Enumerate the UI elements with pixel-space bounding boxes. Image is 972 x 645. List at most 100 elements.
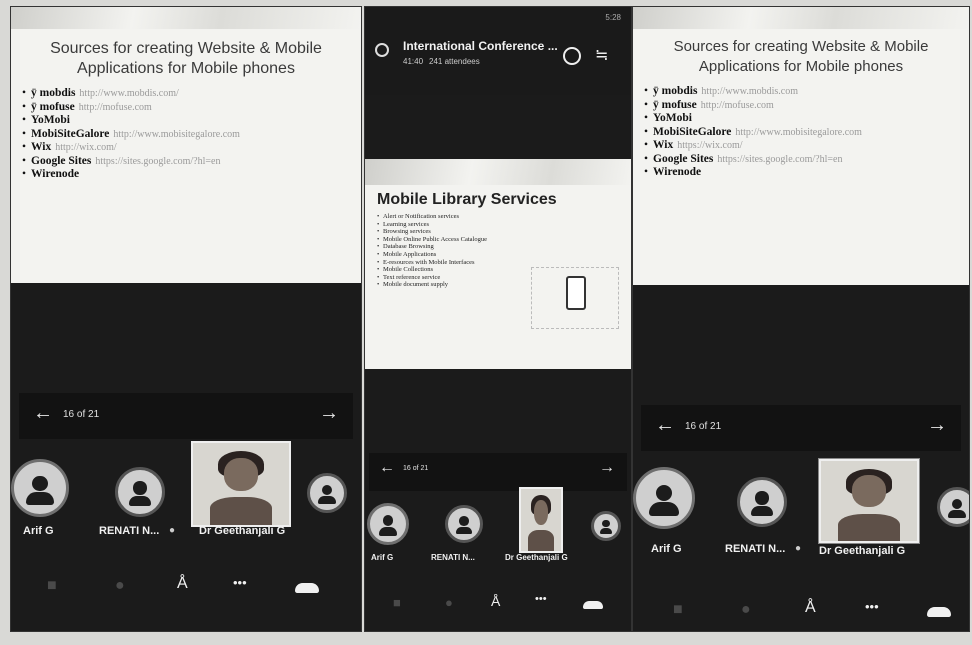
avatar[interactable] — [307, 473, 347, 513]
arrow-left-icon[interactable]: ← — [379, 459, 395, 477]
meeting-screen-middle: 5:28 International Conference ... 41:40 … — [364, 6, 632, 632]
meeting-screen-right: Sources for creating Website & Mobile Ap… — [632, 6, 970, 632]
arrow-right-icon[interactable]: → — [599, 459, 615, 477]
slide-counter: 16 of 21 — [685, 421, 722, 432]
slide-title-line1: Sources for creating Website & Mobile — [50, 40, 322, 57]
slide-title-line1: Sources for creating Website & Mobile — [673, 38, 929, 55]
list-item: Alert or Notification services — [377, 213, 631, 221]
list-item: Mobile Online Public Access Catalogue — [377, 236, 631, 244]
call-controls: ■ ● Å ••• — [365, 583, 631, 631]
slide-counter: 16 of 21 — [403, 465, 429, 472]
list-item: MobiSiteGalorehttp://www.mobisitegalore.… — [644, 126, 969, 140]
participant-video[interactable] — [191, 441, 291, 527]
participant-video[interactable] — [818, 458, 920, 544]
more-options-icon[interactable]: ••• — [865, 599, 879, 614]
avatar[interactable] — [445, 505, 483, 543]
shared-slide: Sources for creating Website & Mobile Ap… — [11, 7, 361, 283]
list-item: Google Siteshttps://sites.google.com/?hl… — [22, 155, 361, 169]
call-controls: ■ ● Å ••• — [11, 563, 361, 613]
call-controls: ■ ● Å ••• — [633, 587, 969, 631]
slide-pager: ← 16 of 21 → — [19, 393, 353, 439]
list-item: Wixhttps://wix.com/ — [644, 139, 969, 153]
participant-name: RENATI N... — [431, 553, 475, 562]
list-item: YoMobi — [22, 114, 361, 128]
mic-off-icon[interactable]: ● — [741, 601, 751, 619]
slide-title-line2: Applications for Mobile phones — [698, 58, 904, 75]
participant-name: RENATI N... — [725, 543, 786, 555]
participant-name: Dr Geethanjali G — [819, 545, 906, 557]
more-options-icon[interactable]: ••• — [233, 575, 247, 590]
mic-off-icon[interactable]: ● — [115, 577, 125, 595]
list-item: E-resources with Mobile Interfaces — [377, 259, 631, 267]
meeting-title: International Conference ... — [403, 39, 558, 53]
slide-bullet-list: ÿ mobdishttp://www.mobdis.com ÿ mofuseht… — [633, 85, 969, 180]
shared-slide: Mobile Library Services Alert or Notific… — [365, 159, 631, 369]
video-off-icon[interactable]: ■ — [47, 577, 57, 595]
avatar[interactable] — [737, 477, 787, 527]
arrow-left-icon[interactable]: ← — [33, 402, 53, 425]
list-item: Learning services — [377, 221, 631, 229]
more-options-icon[interactable]: ••• — [535, 593, 547, 605]
list-item: Browsing services — [377, 228, 631, 236]
hang-up-icon[interactable] — [295, 583, 319, 593]
meeting-header: 5:28 International Conference ... 41:40 … — [365, 7, 631, 95]
participant-name: Arif G — [371, 553, 394, 562]
slide-pager: ← 16 of 21 → — [641, 405, 961, 451]
attendee-count: 241 attendees — [429, 57, 480, 66]
arrow-left-icon[interactable]: ← — [655, 414, 675, 437]
list-item: Wirenode — [644, 166, 969, 180]
slide-pager: ← 16 of 21 → — [369, 453, 627, 491]
slide-title: Mobile Library Services — [377, 191, 557, 208]
avatar[interactable] — [633, 467, 695, 529]
list-item: Database Browsing — [377, 243, 631, 251]
status-time: 5:28 — [605, 13, 621, 22]
hang-up-icon[interactable] — [927, 607, 951, 617]
bluetooth-icon[interactable]: Å — [805, 599, 816, 617]
slide-header-ribbon — [633, 7, 969, 29]
chat-icon[interactable] — [563, 47, 581, 65]
slide-bullet-list: ÿ mobdishttp://www.mobdis.com/ ÿ mofuseh… — [11, 87, 361, 182]
participant-name: Arif G — [23, 525, 54, 537]
list-item: ÿ mobdishttp://www.mobdis.com/ — [22, 87, 361, 101]
slide-header-ribbon — [365, 159, 631, 185]
slide-title: Sources for creating Website & Mobile Ap… — [21, 39, 351, 79]
list-item: ÿ mofusehttp://mofuse.com — [644, 99, 969, 113]
list-item: YoMobi — [644, 112, 969, 126]
list-item: MobiSiteGalorehttp://www.mobisitegalore.… — [22, 128, 361, 142]
phone-icon — [566, 276, 586, 310]
mobile-services-diagram — [531, 267, 619, 329]
list-item: Wixhttp://wix.com/ — [22, 141, 361, 155]
mic-icon: ● — [169, 525, 176, 536]
avatar[interactable] — [591, 511, 621, 541]
participant-name: RENATI N... — [99, 525, 160, 537]
avatar[interactable] — [937, 487, 969, 527]
slide-title-line2: Applications for Mobile phones — [77, 60, 295, 77]
shared-slide: Sources for creating Website & Mobile Ap… — [633, 7, 969, 285]
video-off-icon[interactable]: ■ — [673, 601, 683, 619]
list-item: Google Siteshttps://sites.google.com/?hl… — [644, 153, 969, 167]
mic-icon: ● — [795, 543, 802, 554]
arrow-right-icon[interactable]: → — [927, 414, 947, 437]
slide-header-ribbon — [11, 7, 361, 29]
list-item: Wirenode — [22, 168, 361, 182]
avatar[interactable] — [11, 459, 69, 517]
meeting-duration: 41:40 — [403, 57, 424, 66]
avatar[interactable] — [115, 467, 165, 517]
participant-name: Dr Geethanjali G — [199, 525, 286, 537]
avatar[interactable] — [367, 503, 409, 545]
list-item: Mobile Applications — [377, 251, 631, 259]
participant-name: Arif G — [651, 543, 682, 555]
hang-up-icon[interactable] — [583, 601, 603, 609]
arrow-right-icon[interactable]: → — [319, 402, 339, 425]
mic-off-icon[interactable]: ● — [445, 595, 453, 610]
participant-name: Dr Geethanjali G — [505, 553, 568, 562]
video-off-icon[interactable]: ■ — [393, 595, 401, 610]
bluetooth-icon[interactable]: Å — [177, 575, 188, 593]
list-item: ÿ mobdishttp://www.mobdis.com — [644, 85, 969, 99]
shield-icon — [375, 43, 389, 57]
bluetooth-icon[interactable]: Å — [491, 593, 500, 609]
participants-icon[interactable]: ≒ — [595, 45, 608, 65]
slide-counter: 16 of 21 — [63, 409, 100, 420]
slide-title: Sources for creating Website & Mobile Ap… — [643, 37, 959, 77]
participant-video[interactable] — [519, 487, 563, 553]
